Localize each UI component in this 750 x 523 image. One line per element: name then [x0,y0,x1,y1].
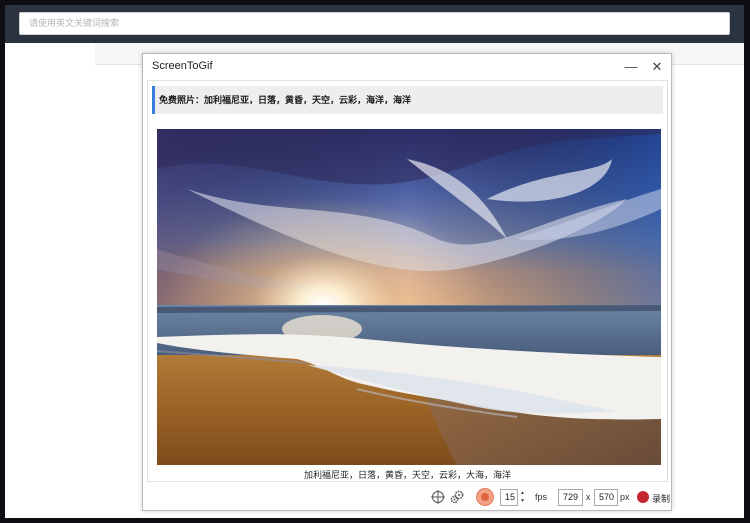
times-sign: x [586,492,591,502]
photo-caption: 加利福尼亚，日落，黄昏，天空，云彩，大海，海洋 [303,470,511,480]
recording-area: 免费照片：加利福尼亚，日落，黄昏，天空，云彩，海洋，海洋 加利福尼亚，日落，黄昏… [147,80,668,482]
beach-sunset-photo [157,129,661,465]
crosshair-icon[interactable] [431,490,445,504]
window-title: ScreenToGif [152,60,213,72]
width-input[interactable]: 729 [558,489,583,506]
page-heading: 免费照片：加利福尼亚，日落，黄昏，天空，云彩，海洋，海洋 [152,86,663,114]
screentogif-window: ScreenToGif — ✕ 免费照片：加利福尼亚，日落，黄昏，天空，云彩，海… [142,53,672,511]
fps-unit-label: fps [535,492,548,502]
search-input[interactable]: 请使用英文关键词搜索 [19,12,730,35]
recorder-statusbar: 15 ▲ ▼ fps 729 x 570 px 录制 [143,484,671,510]
top-navigation-bar: 请使用英文关键词搜索 [5,5,744,43]
fps-input[interactable]: 15 [500,489,518,506]
fps-stepper[interactable]: ▲ ▼ [518,489,527,506]
close-button[interactable]: ✕ [645,56,669,78]
gears-icon[interactable] [450,490,464,504]
fps-down-arrow-icon[interactable]: ▼ [518,497,527,505]
browser-page: 请使用英文关键词搜索 ScreenToGif — ✕ 免费照片：加利福尼亚，日落… [5,5,744,518]
minimize-button[interactable]: — [619,56,643,78]
window-titlebar[interactable]: ScreenToGif — ✕ [143,54,671,80]
record-dot-icon[interactable] [637,491,649,503]
record-button-label[interactable]: 录制 [652,492,670,505]
fps-up-arrow-icon[interactable]: ▲ [518,489,527,497]
height-input[interactable]: 570 [594,489,618,506]
record-toggle-icon[interactable] [476,488,494,506]
px-unit-label: px [620,492,630,502]
